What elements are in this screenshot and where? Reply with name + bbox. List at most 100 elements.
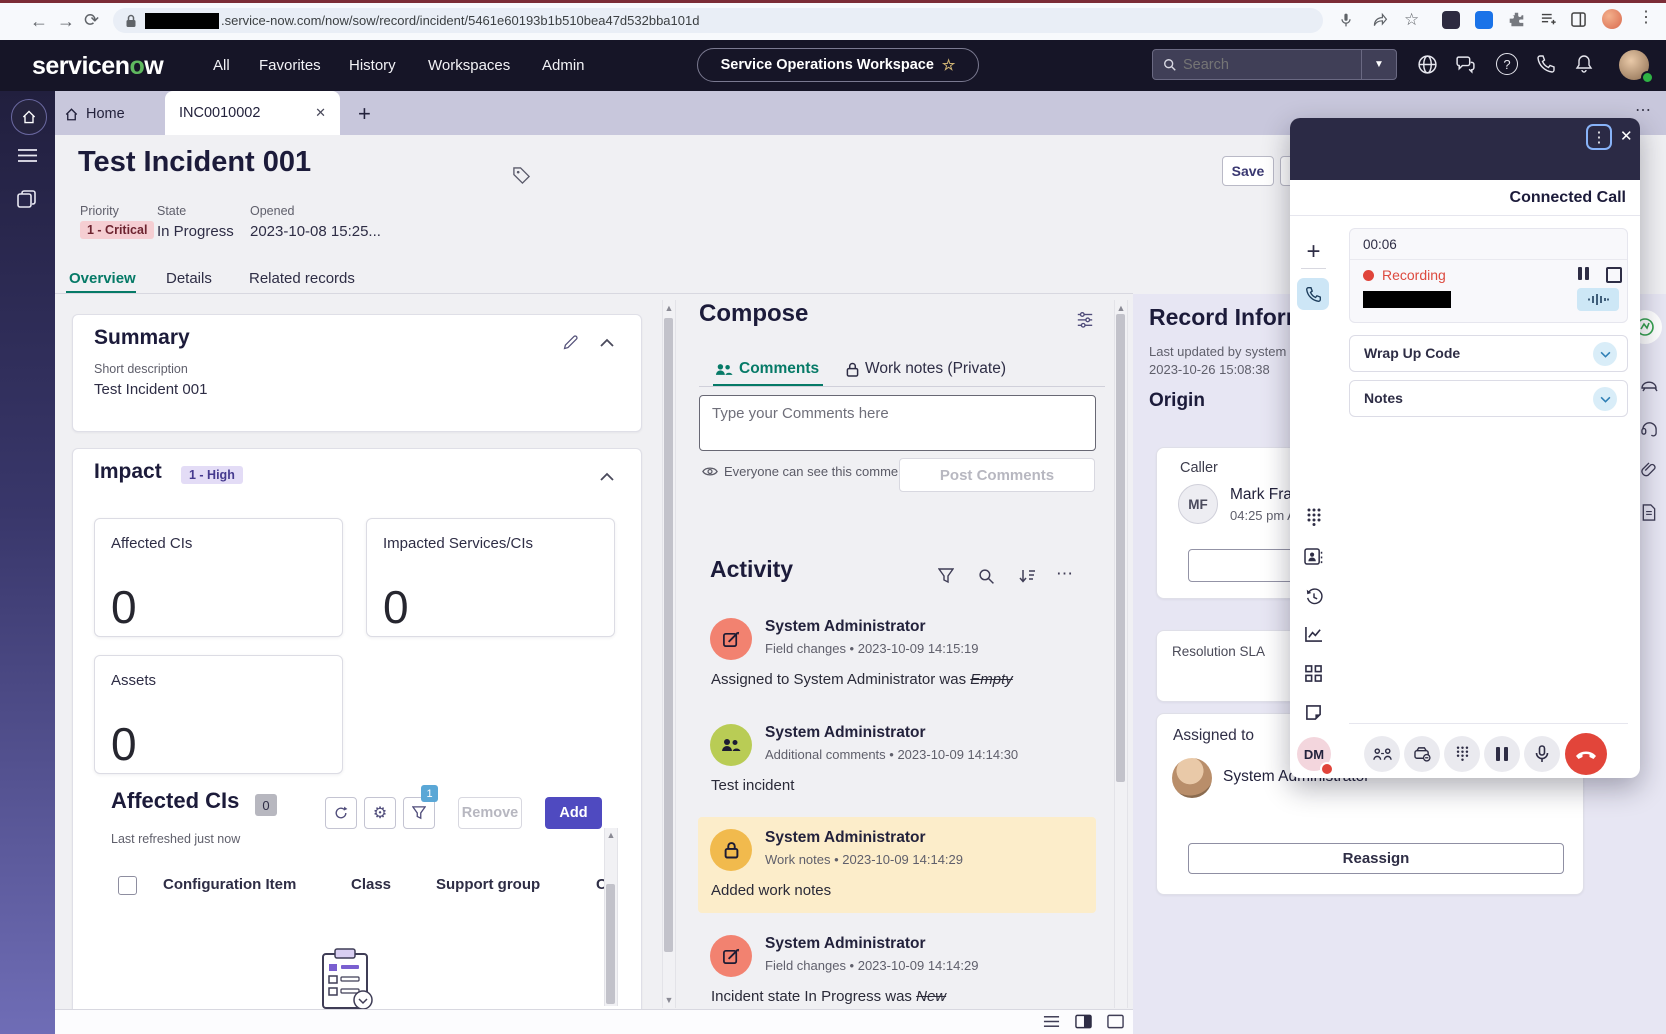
impact-collapse-icon[interactable] [600,472,614,481]
record-tab-details[interactable]: Details [166,270,212,287]
mic-permission-icon[interactable] [1338,12,1354,28]
tile-impacted-services[interactable]: Impacted Services/CIs 0 [366,518,615,637]
activity-scrollbar[interactable]: ▲ [1114,300,1128,1008]
share-icon[interactable] [1372,12,1388,28]
reading-list-icon[interactable] [1541,12,1557,26]
phone-add-icon[interactable]: + [1290,238,1337,266]
end-call-button[interactable] [1565,733,1607,775]
sidebar-queue-icon[interactable] [17,190,37,210]
view-full-icon[interactable] [1107,1014,1124,1029]
add-button[interactable]: Add [545,797,602,829]
sidebar-home-button[interactable] [11,99,47,135]
new-tab-button[interactable]: + [358,101,371,127]
globe-icon[interactable] [1417,54,1438,75]
activity-entry-name[interactable]: System Administrator [765,724,926,742]
column-support-group[interactable]: Support group [436,876,540,893]
sidepanel-icon[interactable] [1571,12,1586,27]
browser-profile-avatar[interactable] [1602,9,1622,29]
search-input[interactable] [1177,57,1361,73]
select-all-checkbox[interactable] [118,876,137,895]
chat-icon[interactable] [1455,54,1476,75]
context-icon-2[interactable] [1641,420,1658,437]
sidebar-menu-icon[interactable] [18,148,37,163]
compose-tab-worknotes[interactable]: Work notes (Private) [846,360,1006,378]
nav-admin[interactable]: Admin [542,57,585,74]
column-class[interactable]: Class [351,876,391,893]
rail-notes-icon[interactable] [1290,704,1337,721]
workspace-pill[interactable]: Service Operations Workspace ☆ [697,48,979,82]
tile-assets[interactable]: Assets 0 [94,655,343,774]
activity-more-icon[interactable]: ⋯ [1056,564,1074,584]
tag-icon[interactable] [512,166,531,185]
phone-header-icon[interactable] [1536,54,1556,74]
tab-incident[interactable]: INC0010002 ✕ [165,91,340,135]
nav-all[interactable]: All [213,57,230,74]
phone-close-icon[interactable]: ✕ [1620,127,1633,145]
favorite-star-icon[interactable]: ☆ [942,56,955,74]
tab-close-icon[interactable]: ✕ [315,105,326,121]
table-scrollbar[interactable]: ▲ [604,828,618,1006]
remove-button[interactable]: Remove [458,797,522,829]
context-icon-4[interactable] [1641,504,1656,521]
record-tab-overview[interactable]: Overview [69,270,136,287]
servicenow-logo[interactable]: servicenow [32,52,163,81]
recording-pause-icon[interactable] [1578,267,1589,280]
compose-settings-icon[interactable] [1076,310,1094,328]
dialpad-button[interactable] [1444,736,1480,772]
rail-contacts-icon[interactable] [1290,548,1337,565]
browser-back-button[interactable]: ← [30,12,48,30]
global-search[interactable]: ▼ [1152,49,1397,80]
phone-call-tab-icon[interactable] [1297,278,1329,310]
tab-home[interactable]: Home [64,99,125,129]
park-call-button[interactable] [1404,736,1440,772]
audio-waveform-button[interactable] [1577,288,1619,311]
view-split-icon[interactable] [1075,1014,1092,1029]
nav-workspaces[interactable]: Workspaces [428,57,510,74]
tab-overflow-icon[interactable]: ⋯ [1635,100,1652,120]
rail-chart-icon[interactable] [1290,626,1337,643]
mute-mic-button[interactable] [1524,736,1560,772]
main-scrollbar[interactable]: ▲ ▼ [662,300,676,1008]
recording-stop-icon[interactable] [1606,267,1622,283]
chevron-down-icon[interactable] [1593,387,1617,411]
rail-dialpad-icon[interactable] [1290,508,1337,526]
tile-affected-cis[interactable]: Affected CIs 0 [94,518,343,637]
wrapup-dropdown[interactable]: Wrap Up Code [1349,335,1628,372]
summary-collapse-icon[interactable] [600,338,614,347]
activity-entry-name[interactable]: System Administrator [765,829,926,847]
activity-entry-name[interactable]: System Administrator [765,935,926,953]
compose-tab-comments[interactable]: Comments [715,360,819,378]
notes-dropdown[interactable]: Notes [1349,380,1628,417]
notifications-bell-icon[interactable] [1574,54,1594,74]
hold-call-button[interactable] [1484,736,1520,772]
address-bar[interactable]: .service-now.com/now/sow/record/incident… [113,8,1323,33]
record-tab-related[interactable]: Related records [249,270,355,287]
browser-menu-icon[interactable]: ⋮ [1638,10,1654,26]
settings-gear-button[interactable]: ⚙ [364,797,396,829]
edit-pencil-icon[interactable] [562,334,579,351]
activity-entry-name[interactable]: System Administrator [765,618,926,636]
phone-menu-kebab-icon[interactable]: ⋮ [1586,124,1612,150]
rail-history-icon[interactable] [1290,588,1337,606]
bookmark-star-icon[interactable]: ☆ [1404,11,1419,28]
column-configuration-item[interactable]: Configuration Item [163,876,296,893]
help-icon[interactable]: ? [1496,53,1518,75]
activity-filter-icon[interactable] [938,568,954,584]
context-icon-3[interactable] [1641,462,1657,479]
extension-icon-2[interactable] [1475,11,1493,29]
search-dropdown-arrow[interactable]: ▼ [1361,50,1396,79]
browser-reload-button[interactable]: ⟳ [84,11,99,29]
nav-history[interactable]: History [349,57,396,74]
browser-forward-button[interactable]: → [57,12,75,30]
rail-apps-icon[interactable] [1290,665,1337,682]
activity-sort-icon[interactable] [1018,568,1036,584]
refresh-button[interactable] [325,797,357,829]
extension-icon-1[interactable] [1442,11,1460,29]
activity-search-icon[interactable] [978,568,995,585]
chevron-down-icon[interactable] [1593,342,1617,366]
extensions-puzzle-icon[interactable] [1508,11,1525,28]
save-button[interactable]: Save [1222,156,1274,186]
transfer-call-button[interactable] [1364,736,1400,772]
view-list-icon[interactable] [1043,1014,1060,1029]
reassign-button[interactable]: Reassign [1188,843,1564,874]
